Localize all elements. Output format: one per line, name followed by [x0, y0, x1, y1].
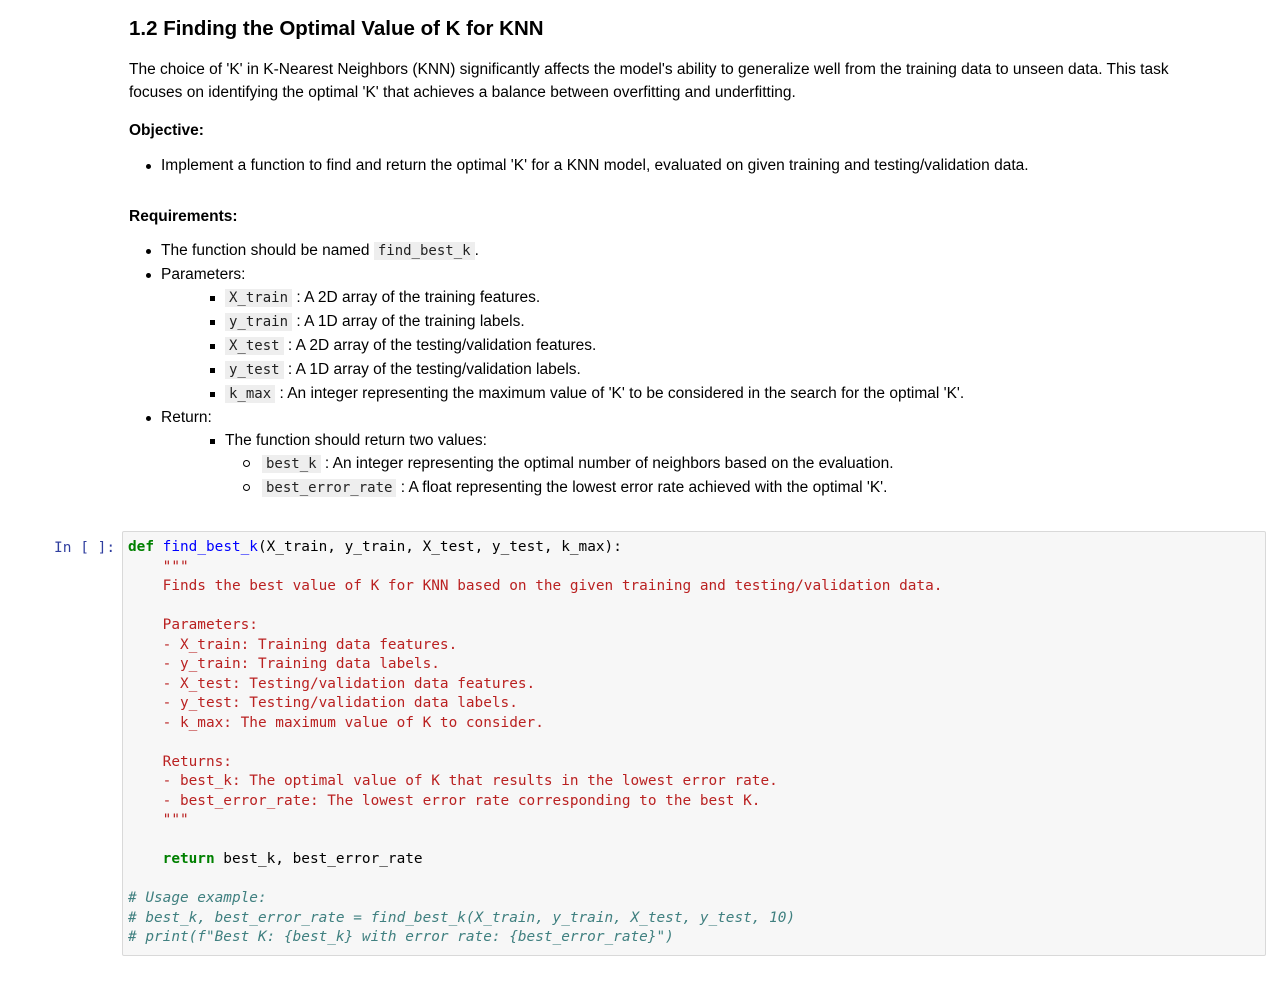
param-code: k_max [225, 385, 276, 403]
return-values-list: best_k : An integer representing the opt… [161, 452, 1229, 500]
markdown-cell: 1.2 Finding the Optimal Value of K for K… [129, 14, 1229, 500]
req-parameters: Parameters: X_train : A 2D array of the … [129, 263, 1229, 406]
docstring-line: Parameters: [128, 617, 258, 633]
function-name: find_best_k [162, 539, 258, 555]
docstring-line: Returns: [128, 753, 232, 770]
return-desc: : An integer representing the optimal nu… [320, 455, 894, 472]
parameters-label: Parameters: [161, 266, 246, 283]
req-name-prefix: The function should be named [161, 242, 374, 259]
return-intro: The function should return two values: b… [161, 429, 1229, 500]
return-values: best_k, best_error_rate [214, 851, 423, 867]
docstring-line: - X_train: Training data features. [128, 636, 458, 653]
param-desc: : A 1D array of the testing/validation l… [283, 361, 581, 378]
docstring-line: - y_train: Training data labels. [128, 656, 440, 672]
docstring-line: - best_k: The optimal value of K that re… [128, 773, 778, 789]
param-item: k_max : An integer representing the maxi… [161, 382, 1229, 406]
return-intro-text: The function should return two values: [225, 432, 487, 449]
docstring-line: """ [128, 812, 189, 828]
return-label: Return: [161, 409, 212, 426]
docstring-line: Finds the best value of K for KNN based … [128, 578, 943, 594]
return-desc: : A float representing the lowest error … [396, 479, 888, 496]
section-title: 1.2 Finding the Optimal Value of K for K… [129, 17, 544, 40]
objective-list: Implement a function to find and return … [129, 154, 1229, 177]
param-item: y_test : A 1D array of the testing/valid… [161, 358, 1229, 382]
docstring-line: - X_test: Testing/validation data featur… [128, 675, 536, 692]
param-desc: : A 1D array of the training labels. [292, 313, 525, 330]
comment-line: # best_k, best_error_rate = find_best_k(… [128, 909, 796, 926]
return-item: best_k : An integer representing the opt… [161, 452, 1229, 476]
def-keyword: def [128, 539, 154, 555]
return-list: The function should return two values: b… [161, 429, 1229, 500]
param-code: X_test [225, 337, 284, 355]
docstring-line: - k_max: The maximum value of K to consi… [128, 714, 544, 731]
docstring-line: - y_test: Testing/validation data labels… [128, 695, 518, 711]
req-function-name: The function should be named find_best_k… [129, 239, 1229, 263]
intro-line-1: The choice of 'K' in K-Nearest Neighbors… [129, 61, 1169, 78]
parameters-list: X_train : A 2D array of the training fea… [161, 286, 1229, 406]
req-return: Return: The function should return two v… [129, 406, 1229, 500]
objective-heading: Objective: [129, 122, 204, 139]
docstring-line: - best_error_rate: The lowest error rate… [128, 792, 761, 809]
return-code: best_error_rate [262, 479, 397, 497]
code-editor[interactable]: def find_best_k(X_train, y_train, X_test… [128, 538, 942, 948]
return-code: best_k [262, 455, 321, 473]
param-code: y_train [225, 313, 293, 331]
return-keyword: return [162, 851, 215, 867]
requirements-list: The function should be named find_best_k… [129, 239, 1229, 500]
param-item: X_train : A 2D array of the training fea… [161, 286, 1229, 310]
param-item: X_test : A 2D array of the testing/valid… [161, 334, 1229, 358]
intro-paragraph: The choice of 'K' in K-Nearest Neighbors… [129, 58, 1229, 104]
docstring-line: """ [128, 558, 189, 575]
inline-code-find-best-k: find_best_k [373, 242, 475, 260]
param-item: y_train : A 1D array of the training lab… [161, 310, 1229, 334]
comment-line: # print(f"Best K: {best_k} with error ra… [128, 929, 674, 945]
param-code: X_train [225, 289, 293, 307]
objective-item: Implement a function to find and return … [129, 154, 1229, 177]
function-signature: (X_train, y_train, X_test, y_test, k_max… [257, 539, 622, 555]
cell-prompt: In [ ]: [54, 540, 116, 556]
return-item: best_error_rate : A float representing t… [161, 476, 1229, 500]
param-desc: : A 2D array of the training features. [292, 289, 541, 306]
param-code: y_test [225, 361, 284, 379]
requirements-heading: Requirements: [129, 208, 238, 225]
req-name-suffix: . [474, 242, 479, 259]
intro-line-2: focuses on identifying the optimal 'K' t… [129, 84, 796, 101]
param-desc: : An integer representing the maximum va… [275, 385, 965, 402]
param-desc: : A 2D array of the testing/validation f… [283, 337, 597, 354]
comment-line: # Usage example: [128, 890, 267, 906]
